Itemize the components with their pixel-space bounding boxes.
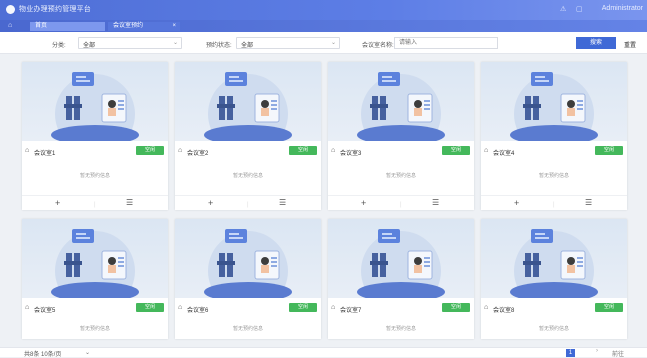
room-card[interactable]: ⌂ 会议室4 空闲 暂无预约信息 + | ☰	[481, 62, 627, 210]
app-title: 物业办理预约管理平台	[19, 6, 91, 13]
meeting-room-illustration	[481, 62, 627, 141]
status-badge: 空闲	[595, 146, 623, 155]
meeting-room-illustration	[22, 219, 168, 298]
page-size-select[interactable]: ⌄	[85, 349, 90, 356]
status-badge: 空闲	[289, 303, 317, 312]
status-badge: 空闲	[136, 303, 164, 312]
room-card[interactable]: ⌂ 会议室7 空闲 暂无预约信息 + | ☰	[328, 219, 474, 339]
home-icon[interactable]: ⌂	[8, 22, 12, 30]
add-booking-icon[interactable]: +	[514, 198, 519, 208]
close-tab-icon[interactable]: ×	[172, 22, 176, 31]
room-icon: ⌂	[331, 304, 336, 311]
booking-note: 暂无预约信息	[232, 173, 263, 179]
room-name: 会议室2	[187, 151, 209, 157]
app-logo-icon	[6, 5, 15, 14]
room-name: 会议室1	[34, 151, 56, 157]
status-label: 预约状态:	[206, 43, 232, 49]
divider: |	[247, 202, 249, 208]
category-label: 分类:	[52, 43, 66, 49]
booking-note: 暂无预约信息	[385, 326, 416, 332]
search-button[interactable]: 搜索	[576, 37, 616, 49]
chevron-down-icon: ⌄	[172, 40, 178, 46]
add-booking-icon[interactable]: +	[361, 198, 366, 208]
name-input[interactable]	[394, 37, 498, 49]
card-actions: + | ☰	[481, 195, 627, 209]
menu-icon[interactable]: ☰	[279, 198, 286, 208]
filter-bar: 分类: 全部 ⌄ 预约状态: 全部 ⌄ 会议室名称: 搜索 重置	[0, 32, 647, 54]
room-icon: ⌂	[178, 304, 183, 311]
divider: |	[94, 202, 96, 208]
menu-icon[interactable]: ☰	[126, 198, 133, 208]
room-icon: ⌂	[484, 304, 489, 311]
card-actions: + | ☰	[175, 195, 321, 209]
pagination: 共8条 10条/页 ⌄ 1 › 前往	[0, 347, 647, 358]
meeting-room-illustration	[22, 62, 168, 141]
room-icon: ⌂	[178, 147, 183, 154]
category-select[interactable]: 全部 ⌄	[78, 37, 182, 49]
room-card[interactable]: ⌂ 会议室6 空闲 暂无预约信息 + | ☰	[175, 219, 321, 339]
booking-note: 暂无预约信息	[79, 326, 110, 332]
status-badge: 空闲	[442, 303, 470, 312]
room-name: 会议室3	[340, 151, 362, 157]
room-card[interactable]: ⌂ 会议室2 空闲 暂无预约信息 + | ☰	[175, 62, 321, 210]
meeting-room-illustration	[175, 219, 321, 298]
room-card[interactable]: ⌂ 会议室5 空闲 暂无预约信息 + | ☰	[22, 219, 168, 339]
add-booking-icon[interactable]: +	[208, 198, 213, 208]
app-header: 物业办理预约管理平台 ⚠ ▢ Administrator	[0, 0, 647, 20]
tab-home-label: 首页	[35, 23, 48, 29]
booking-note: 暂无预约信息	[538, 326, 569, 332]
room-name: 会议室5	[34, 308, 56, 314]
meeting-room-illustration	[481, 219, 627, 298]
tab-meeting-booking[interactable]: 会议室预约 ×	[108, 22, 180, 31]
add-booking-icon[interactable]: +	[55, 198, 60, 208]
booking-note: 暂无预约信息	[232, 326, 263, 332]
card-actions: + | ☰	[328, 195, 474, 209]
room-name: 会议室8	[493, 308, 515, 314]
tab-bar: ⌂ 首页 会议室预约 ×	[0, 20, 647, 32]
tab-meeting-booking-label: 会议室预约	[113, 23, 144, 29]
divider: |	[553, 202, 555, 208]
room-icon: ⌂	[25, 147, 30, 154]
bell-icon[interactable]: ⚠	[560, 6, 566, 14]
status-badge: 空闲	[289, 146, 317, 155]
status-select[interactable]: 全部 ⌄	[236, 37, 340, 49]
fullscreen-icon[interactable]: ▢	[576, 6, 583, 14]
status-badge: 空闲	[595, 303, 623, 312]
room-card[interactable]: ⌂ 会议室3 空闲 暂无预约信息 + | ☰	[328, 62, 474, 210]
room-card[interactable]: ⌂ 会议室1 空闲 暂无预约信息 + | ☰	[22, 62, 168, 210]
meeting-room-illustration	[175, 62, 321, 141]
menu-icon[interactable]: ☰	[585, 198, 592, 208]
tab-home[interactable]: 首页	[30, 22, 105, 31]
reset-button[interactable]: 重置	[624, 40, 636, 49]
booking-note: 暂无预约信息	[385, 173, 416, 179]
status-badge: 空闲	[442, 146, 470, 155]
booking-note: 暂无预约信息	[538, 173, 569, 179]
name-label: 会议室名称:	[362, 43, 394, 49]
next-page-icon[interactable]: ›	[596, 348, 598, 354]
room-icon: ⌂	[484, 147, 489, 154]
user-name[interactable]: Administrator	[602, 5, 643, 12]
chevron-down-icon: ⌄	[330, 40, 336, 46]
page-number[interactable]: 1	[566, 349, 575, 357]
card-actions: + | ☰	[22, 195, 168, 209]
room-icon: ⌂	[25, 304, 30, 311]
room-card[interactable]: ⌂ 会议室8 空闲 暂无预约信息 + | ☰	[481, 219, 627, 339]
booking-note: 暂无预约信息	[79, 173, 110, 179]
room-icon: ⌂	[331, 147, 336, 154]
meeting-room-illustration	[328, 219, 474, 298]
room-name: 会议室6	[187, 308, 209, 314]
status-badge: 空闲	[136, 146, 164, 155]
room-name: 会议室4	[493, 151, 515, 157]
room-name: 会议室7	[340, 308, 362, 314]
menu-icon[interactable]: ☰	[432, 198, 439, 208]
divider: |	[400, 202, 402, 208]
meeting-room-illustration	[328, 62, 474, 141]
